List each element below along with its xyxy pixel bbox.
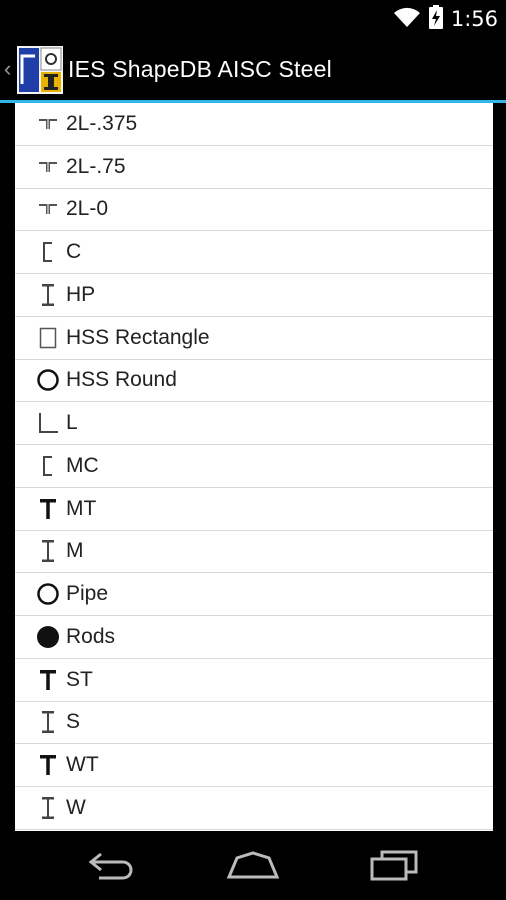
tee-icon — [36, 753, 60, 777]
double-angle-icon — [36, 197, 60, 221]
shape-list-item-label: HP — [66, 282, 96, 306]
shape-type-list[interactable]: 2L-.375 2L-.75 2L-0 C HP HSS Rectangle HSS Rou… — [15, 103, 493, 831]
shape-list-item-label: L — [66, 411, 78, 435]
shape-list-item-label: WT — [66, 753, 99, 777]
i-beam-icon — [36, 539, 60, 563]
shape-list-item[interactable]: HP — [15, 274, 493, 317]
shape-list-item[interactable]: 2L-.75 — [15, 146, 493, 189]
double-angle-icon — [36, 155, 60, 179]
status-icons: 1:56 — [393, 0, 498, 38]
shape-list-item[interactable]: W — [15, 787, 493, 830]
shape-list-item-label: Pipe — [66, 582, 109, 606]
app-title: IES ShapeDB AISC Steel — [68, 56, 332, 82]
rectangle-tube-icon — [36, 326, 60, 350]
shape-list-item[interactable]: MT — [15, 488, 493, 531]
recent-apps-icon[interactable] — [364, 843, 424, 887]
shape-list-item[interactable]: HSS Round — [15, 360, 493, 403]
shape-list-item[interactable]: 2L-.375 — [15, 103, 493, 146]
shape-list-item[interactable]: WT — [15, 744, 493, 787]
shape-list-item-label: C — [66, 240, 82, 264]
status-time: 1:56 — [450, 7, 498, 31]
up-navigation-icon[interactable]: ‹ — [4, 58, 11, 80]
shape-list-item[interactable]: S — [15, 702, 493, 745]
shape-list-item-label: M — [66, 539, 84, 563]
shape-list-item[interactable]: MC — [15, 445, 493, 488]
i-beam-icon — [36, 796, 60, 820]
shape-list-item-label: MC — [66, 453, 99, 477]
battery-charging-icon — [428, 4, 443, 34]
tee-icon — [36, 497, 60, 521]
shape-list-item-label: MT — [66, 496, 97, 520]
shape-list-item[interactable]: Rods — [15, 616, 493, 659]
i-beam-icon — [36, 710, 60, 734]
shape-list-item-label: 2L-.375 — [66, 111, 138, 135]
angle-icon — [36, 411, 60, 435]
action-bar: ‹ IES ShapeDB AISC Steel — [0, 38, 506, 102]
home-icon[interactable] — [223, 843, 283, 887]
shape-list-item[interactable]: M — [15, 531, 493, 574]
i-beam-icon — [36, 283, 60, 307]
shape-list-item[interactable]: 2L-0 — [15, 189, 493, 232]
shape-list-item[interactable]: HSS Rectangle — [15, 317, 493, 360]
shape-list-item-label: ST — [66, 667, 93, 691]
shape-list-item[interactable]: C — [15, 231, 493, 274]
navigation-bar — [0, 831, 506, 900]
rod-icon — [36, 625, 60, 649]
shape-list-item-label: S — [66, 710, 81, 734]
channel-icon — [36, 240, 60, 264]
shape-list-item-label: 2L-.75 — [66, 154, 126, 178]
shape-list-item-label: 2L-0 — [66, 197, 109, 221]
shape-list-item-label: HSS Rectangle — [66, 325, 210, 349]
shape-list-item[interactable]: L — [15, 402, 493, 445]
status-bar: 1:56 — [0, 0, 506, 38]
content-area: 2L-.375 2L-.75 2L-0 C HP HSS Rectangle HSS Rou… — [0, 103, 506, 831]
back-icon[interactable] — [82, 843, 142, 887]
double-angle-icon — [36, 112, 60, 136]
tee-icon — [36, 668, 60, 692]
app-logo-icon[interactable] — [17, 46, 63, 94]
shape-list-item-label: W — [66, 795, 86, 819]
channel-icon — [36, 454, 60, 478]
shape-list-item-label: Rods — [66, 624, 116, 648]
wifi-icon — [393, 6, 421, 33]
shape-list-item[interactable]: Pipe — [15, 573, 493, 616]
shape-list-item-label: HSS Round — [66, 368, 177, 392]
round-tube-icon — [36, 368, 60, 392]
shape-list-item[interactable]: ST — [15, 659, 493, 702]
pipe-icon — [36, 582, 60, 606]
